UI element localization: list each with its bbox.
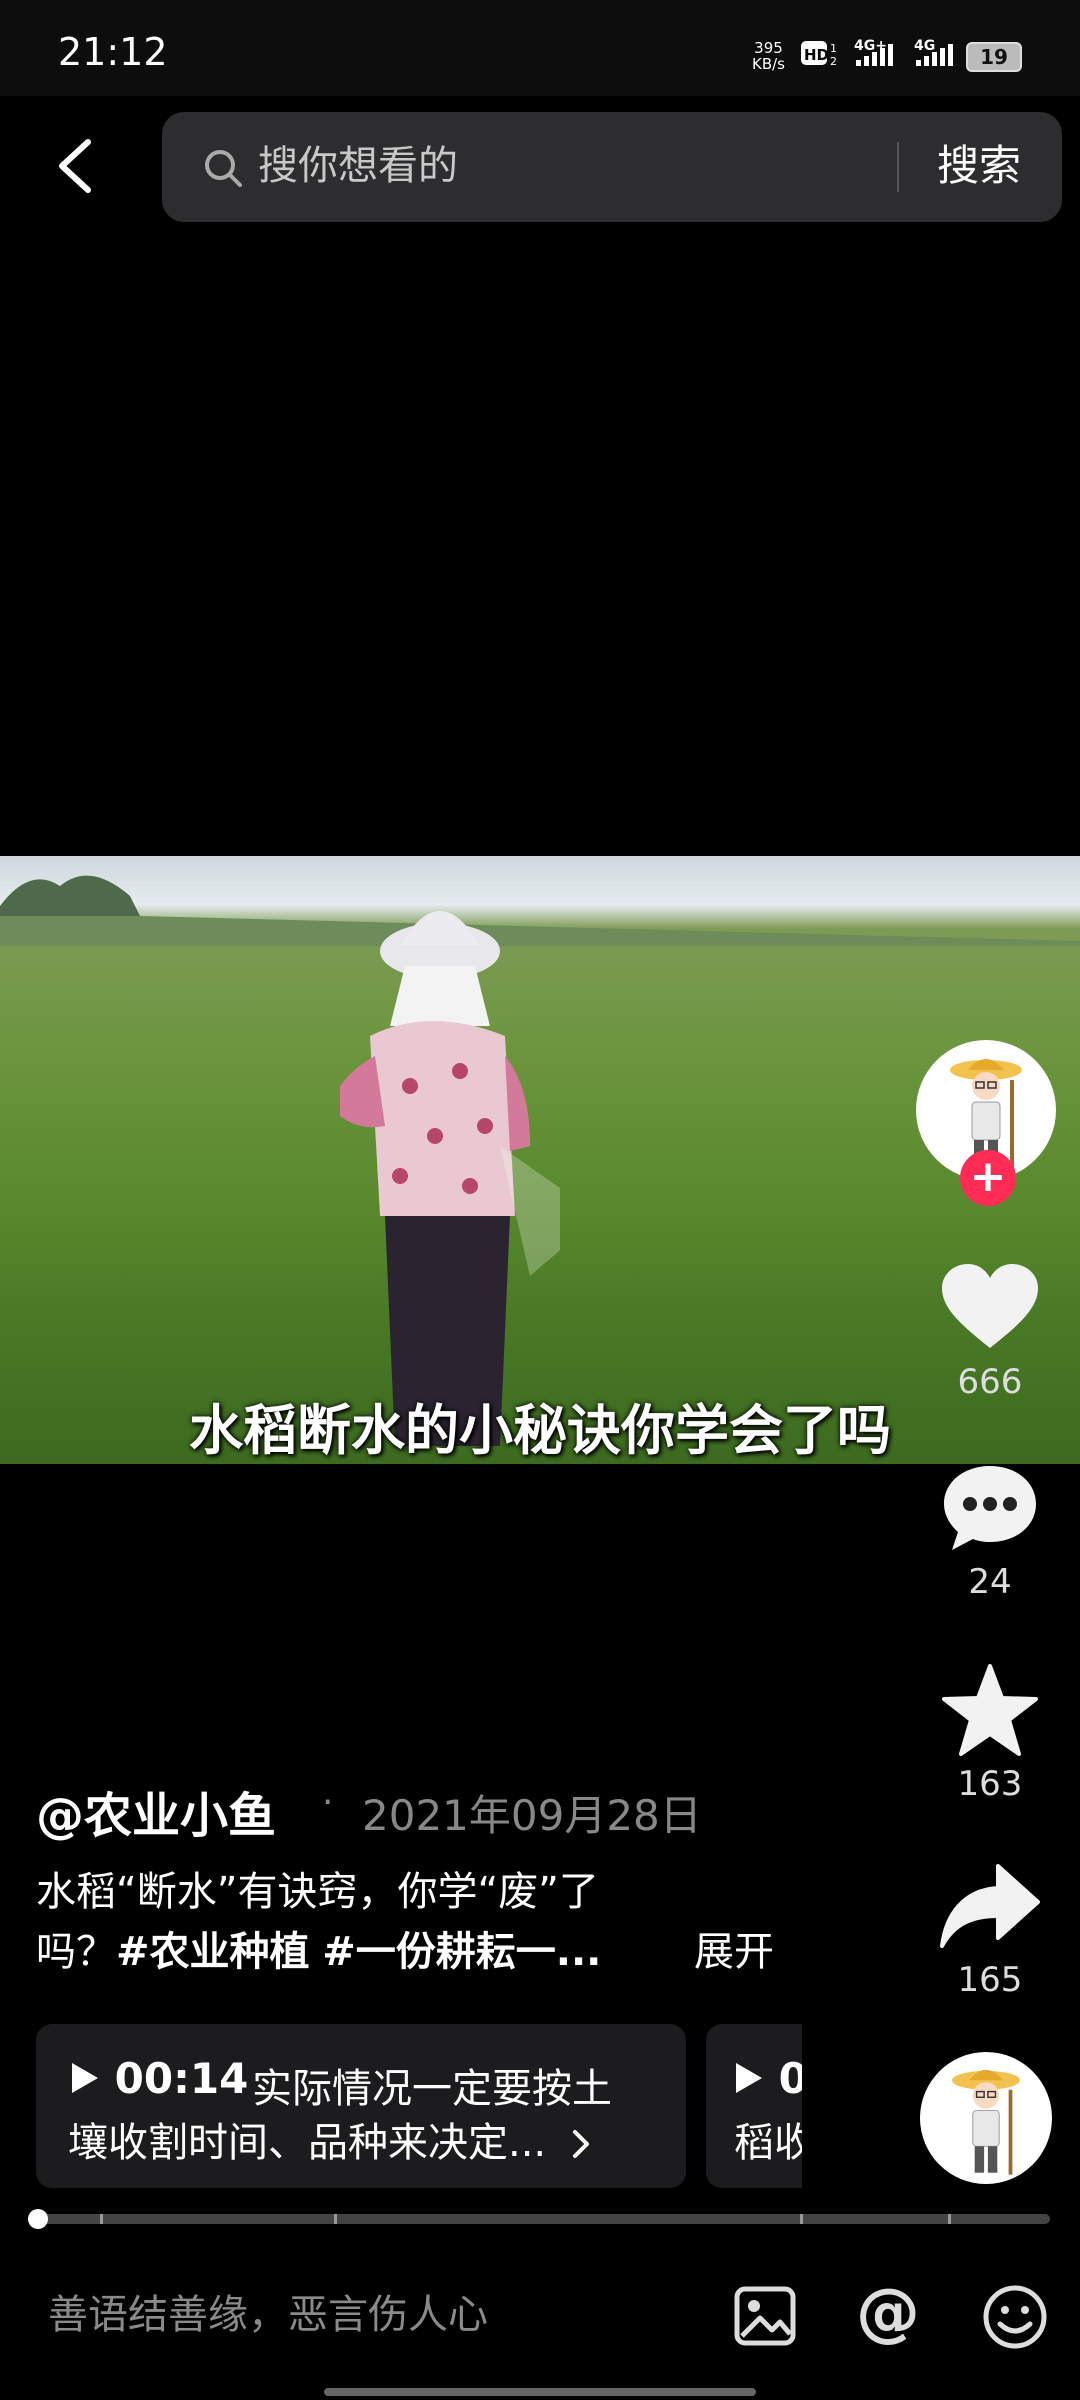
chapter-card[interactable]: 0 稻收: [706, 2024, 802, 2188]
heart-icon: [942, 1264, 1038, 1348]
like-button[interactable]: [900, 1262, 1080, 1356]
play-icon: [736, 2063, 762, 2093]
share-button[interactable]: [900, 1862, 1080, 1954]
signal-icon-sim2: 4G: [912, 38, 964, 68]
network-speed: 395 KB/s: [752, 40, 785, 72]
chapter-text-line-2: 壤收割时间、品种来决定...: [68, 2110, 593, 2168]
chapter-time-label: 00:14: [114, 2054, 249, 2103]
comment-count: 24: [968, 1562, 1012, 1602]
svg-text:1: 1: [830, 42, 837, 55]
search-button[interactable]: 搜索: [937, 138, 1021, 194]
emoji-icon[interactable]: [982, 2284, 1048, 2354]
battery-icon: 19: [966, 42, 1022, 72]
search-divider: [897, 142, 899, 192]
chapter-marker: [800, 2214, 803, 2224]
progress-track[interactable]: [36, 2214, 1050, 2224]
chapter-text-line-1: 实际情况一定要按土: [252, 2066, 612, 2112]
follow-button[interactable]: +: [960, 1150, 1016, 1206]
favorite-count: 163: [957, 1764, 1023, 1804]
status-time: 21:12: [58, 30, 168, 74]
svg-text:2: 2: [830, 55, 837, 67]
comment-bubble-icon: [944, 1466, 1036, 1550]
favorite-button[interactable]: [900, 1662, 1080, 1762]
share-count: 165: [957, 1960, 1023, 2000]
mention-icon[interactable]: @: [856, 2276, 920, 2350]
network-speed-unit: KB/s: [752, 55, 785, 73]
star-icon: [942, 1664, 1038, 1756]
description-line-1: 水稻“断水”有诀窍，你学“废”了: [36, 1869, 599, 1915]
search-bar[interactable]: 搜你想看的 搜索: [162, 112, 1062, 222]
chapter-marker: [948, 2214, 951, 2224]
chapter-marker: [100, 2214, 103, 2224]
image-icon[interactable]: [734, 2286, 796, 2350]
chapter-time: 00:14: [70, 2054, 248, 2103]
hashtag-link[interactable]: #一份耕耘一...: [322, 1929, 601, 1975]
chapter-marker: [334, 2214, 337, 2224]
svg-text:HD: HD: [804, 46, 829, 64]
separator-dot: ·: [322, 1782, 334, 1823]
search-input[interactable]: 搜你想看的: [258, 138, 458, 194]
chapter-text-line-2-label: 壤收割时间、品种来决定...: [68, 2120, 547, 2166]
chapter-card[interactable]: 00:14 实际情况一定要按土 壤收割时间、品种来决定...: [36, 2024, 686, 2188]
progress-handle[interactable]: [28, 2209, 48, 2229]
post-date: 2021年09月28日: [362, 1791, 702, 1840]
chevron-right-icon: [572, 2130, 589, 2158]
chapter-time: 0: [734, 2054, 802, 2103]
music-disc[interactable]: [920, 2052, 1052, 2184]
author-name[interactable]: @农业小鱼: [36, 1776, 276, 1846]
farmer-cartoon-disc: [952, 2069, 1020, 2175]
signal-icon-sim1: 4G+: [852, 38, 904, 68]
description-prefix: 吗？: [36, 1929, 116, 1975]
comment-button[interactable]: [900, 1462, 1080, 1558]
home-indicator[interactable]: [324, 2388, 756, 2396]
hd-volte-icon: HD 1 2: [800, 38, 844, 68]
signal2-label: 4G: [914, 38, 935, 54]
description-line-2: 吗？#农业种植 #一份耕耘一...: [36, 1922, 601, 1982]
search-icon: [202, 147, 244, 193]
comment-input[interactable]: 善语结善缘，恶言伤人心: [48, 2282, 488, 2340]
expand-button[interactable]: 展开: [694, 1922, 774, 1982]
play-icon: [72, 2063, 98, 2093]
chapter-time-label: 0: [778, 2054, 802, 2103]
chevron-left-icon: [59, 139, 91, 193]
like-count: 666: [957, 1362, 1023, 1402]
network-speed-value: 395: [754, 39, 783, 57]
farmer-figure: [340, 911, 560, 1446]
share-arrow-icon: [940, 1864, 1040, 1948]
back-button[interactable]: [54, 136, 98, 196]
hashtag-link[interactable]: #农业种植: [116, 1929, 310, 1975]
chapter-text-line-2: 稻收: [734, 2120, 802, 2166]
